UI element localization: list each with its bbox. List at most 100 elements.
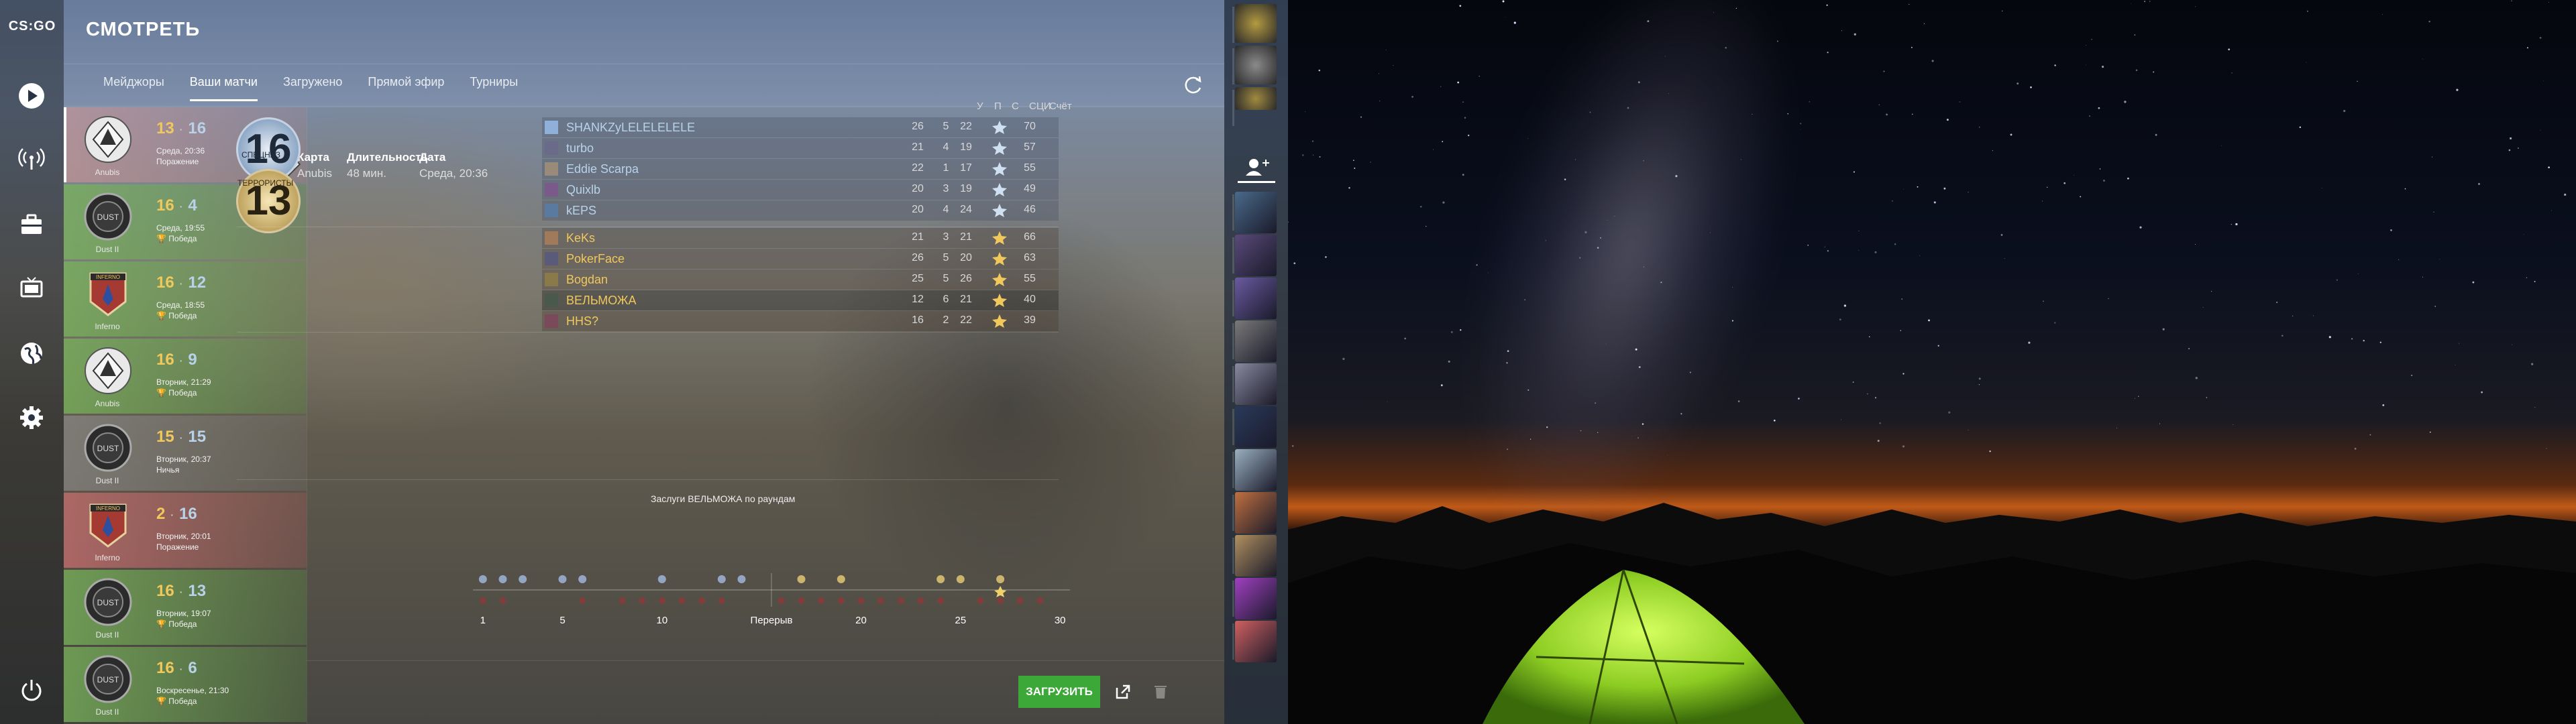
star xyxy=(1853,171,1855,173)
star xyxy=(2043,300,2044,302)
star xyxy=(2534,406,2536,408)
round-tick-label: 10 xyxy=(656,615,667,626)
star xyxy=(2054,322,2056,324)
trophy-icon: 🏆 xyxy=(156,619,169,629)
friend-avatar[interactable] xyxy=(1232,235,1277,276)
player-row[interactable]: Bogdan 25 5 26 55 xyxy=(542,269,1059,290)
csgo-logo[interactable]: CS:GO xyxy=(4,19,60,46)
star xyxy=(1468,134,1470,137)
friend-avatar[interactable] xyxy=(1232,320,1277,362)
player-row[interactable]: Eddie Scarpa 22 1 17 55 xyxy=(542,159,1059,179)
star xyxy=(2159,423,2161,424)
star xyxy=(1874,397,1877,399)
friend-avatar[interactable] xyxy=(1232,449,1277,491)
star xyxy=(1807,244,1809,246)
rank-badge-icon[interactable] xyxy=(1232,87,1277,126)
star xyxy=(1293,262,1296,265)
match-score-a: 2 xyxy=(156,505,166,523)
player-row[interactable]: HHS? 16 2 22 39 xyxy=(542,311,1059,331)
star xyxy=(1440,384,1443,387)
match-card[interactable]: DUST Dust II 16 · 6 Воскресенье, 21:30 🏆 Побед… xyxy=(64,647,307,722)
friend-avatar[interactable] xyxy=(1232,406,1277,448)
mvp-star-icon xyxy=(992,294,1007,307)
player-row[interactable]: Quixlb 20 3 19 49 xyxy=(542,180,1059,200)
star xyxy=(2000,234,2003,236)
friend-avatar[interactable] xyxy=(1232,578,1277,619)
globe-icon[interactable] xyxy=(15,337,48,370)
match-map-name: Dust II xyxy=(95,476,119,485)
rank-badge-icon[interactable] xyxy=(1232,46,1277,84)
friend-avatar[interactable] xyxy=(1232,492,1277,534)
dust-ii-map-icon: DUST xyxy=(84,424,132,472)
star xyxy=(1318,69,1321,72)
star xyxy=(1680,413,1682,415)
match-card[interactable]: INFERNO Inferno 2 · 16 Вторник, 20:01 Поражени… xyxy=(64,493,307,568)
mvp-star-icon xyxy=(992,141,1007,155)
power-icon[interactable] xyxy=(15,674,48,707)
play-icon[interactable] xyxy=(15,79,48,113)
refresh-icon[interactable] xyxy=(1181,74,1204,97)
player-score: 66 xyxy=(1024,231,1036,243)
round-caption: Заслуги ВЕЛЬМОЖА по раундам xyxy=(651,493,796,504)
star xyxy=(1919,255,1921,256)
match-score: 2 · 16 xyxy=(156,505,197,524)
star xyxy=(1978,377,1981,380)
inventory-icon[interactable] xyxy=(15,208,48,241)
player-name: kEPS xyxy=(566,204,597,217)
player-k: 12 xyxy=(912,294,924,305)
match-result-label: Победа xyxy=(168,697,197,706)
trophy-icon: 🏆 xyxy=(156,234,169,243)
tab-downloaded[interactable]: Загружено xyxy=(270,75,355,103)
star xyxy=(1928,319,1930,322)
friend-avatar[interactable] xyxy=(1232,278,1277,319)
load-button[interactable]: ЗАГРУЗИТЬ xyxy=(1018,676,1100,708)
col-mvp: СЦИ xyxy=(1029,101,1051,112)
external-link-icon[interactable] xyxy=(1114,682,1132,701)
star xyxy=(1638,366,1641,369)
player-row[interactable]: kEPS 20 4 24 46 xyxy=(542,200,1059,221)
date-value: Среда, 20:36 xyxy=(419,167,488,180)
star xyxy=(2231,72,2233,74)
settings-icon[interactable] xyxy=(15,401,48,434)
star xyxy=(1319,156,1321,158)
star xyxy=(2379,341,2381,343)
star xyxy=(2042,200,2043,202)
match-score-b: 16 xyxy=(179,505,197,523)
tab-live[interactable]: Прямой эфир xyxy=(355,75,457,103)
player-row[interactable]: KeKs 21 3 21 66 xyxy=(542,228,1059,248)
match-card[interactable]: INFERNO Inferno 16 · 12 Среда, 18:55 🏆 Победа xyxy=(64,261,307,337)
star xyxy=(1564,178,1566,180)
tab-your-matches[interactable]: Ваши матчи xyxy=(177,75,270,103)
player-row[interactable]: PokerFace 26 5 20 63 xyxy=(542,249,1059,269)
player-name: ВЕЛЬМОЖА xyxy=(566,294,637,307)
inferno-map-icon: INFERNO xyxy=(84,501,132,549)
star xyxy=(1725,46,1727,49)
dust-ii-map-icon: DUST xyxy=(84,578,132,626)
broadcast-icon[interactable] xyxy=(15,142,48,176)
svg-text:DUST: DUST xyxy=(97,598,119,607)
friend-avatar[interactable] xyxy=(1232,192,1277,233)
star xyxy=(1360,116,1362,118)
tv-icon[interactable] xyxy=(15,272,48,305)
friend-avatar[interactable] xyxy=(1232,363,1277,405)
player-row[interactable]: ВЕЛЬМОЖА 12 6 21 40 xyxy=(542,290,1059,310)
rank-badge-icon[interactable] xyxy=(1232,4,1277,43)
friend-avatar[interactable] xyxy=(1232,535,1277,577)
star xyxy=(2548,2,2550,3)
player-row[interactable]: turbo 21 4 19 57 xyxy=(542,138,1059,158)
player-score: 63 xyxy=(1024,252,1036,263)
trash-icon[interactable] xyxy=(1151,682,1170,701)
player-row[interactable]: SHANKZyLELELELELE 26 5 22 70 xyxy=(542,117,1059,137)
player-name: turbo xyxy=(566,141,594,155)
match-card[interactable]: DUST Dust II 16 · 13 Вторник, 19:07 🏆 Победа xyxy=(64,570,307,645)
left-navigation: CS:GO xyxy=(0,0,64,724)
tab-majors[interactable]: Мейджоры xyxy=(91,75,177,103)
map-value: Anubis xyxy=(297,167,332,180)
dust-ii-map-icon: DUST xyxy=(84,655,132,703)
avatar xyxy=(545,252,558,265)
add-friend-icon[interactable] xyxy=(1238,154,1275,183)
star xyxy=(1713,12,1715,13)
friend-avatar[interactable] xyxy=(1232,621,1277,662)
match-card[interactable]: Anubis 16 · 9 Вторник, 21:29 🏆 Победа xyxy=(64,339,307,414)
tab-tournaments[interactable]: Турниры xyxy=(457,75,531,103)
